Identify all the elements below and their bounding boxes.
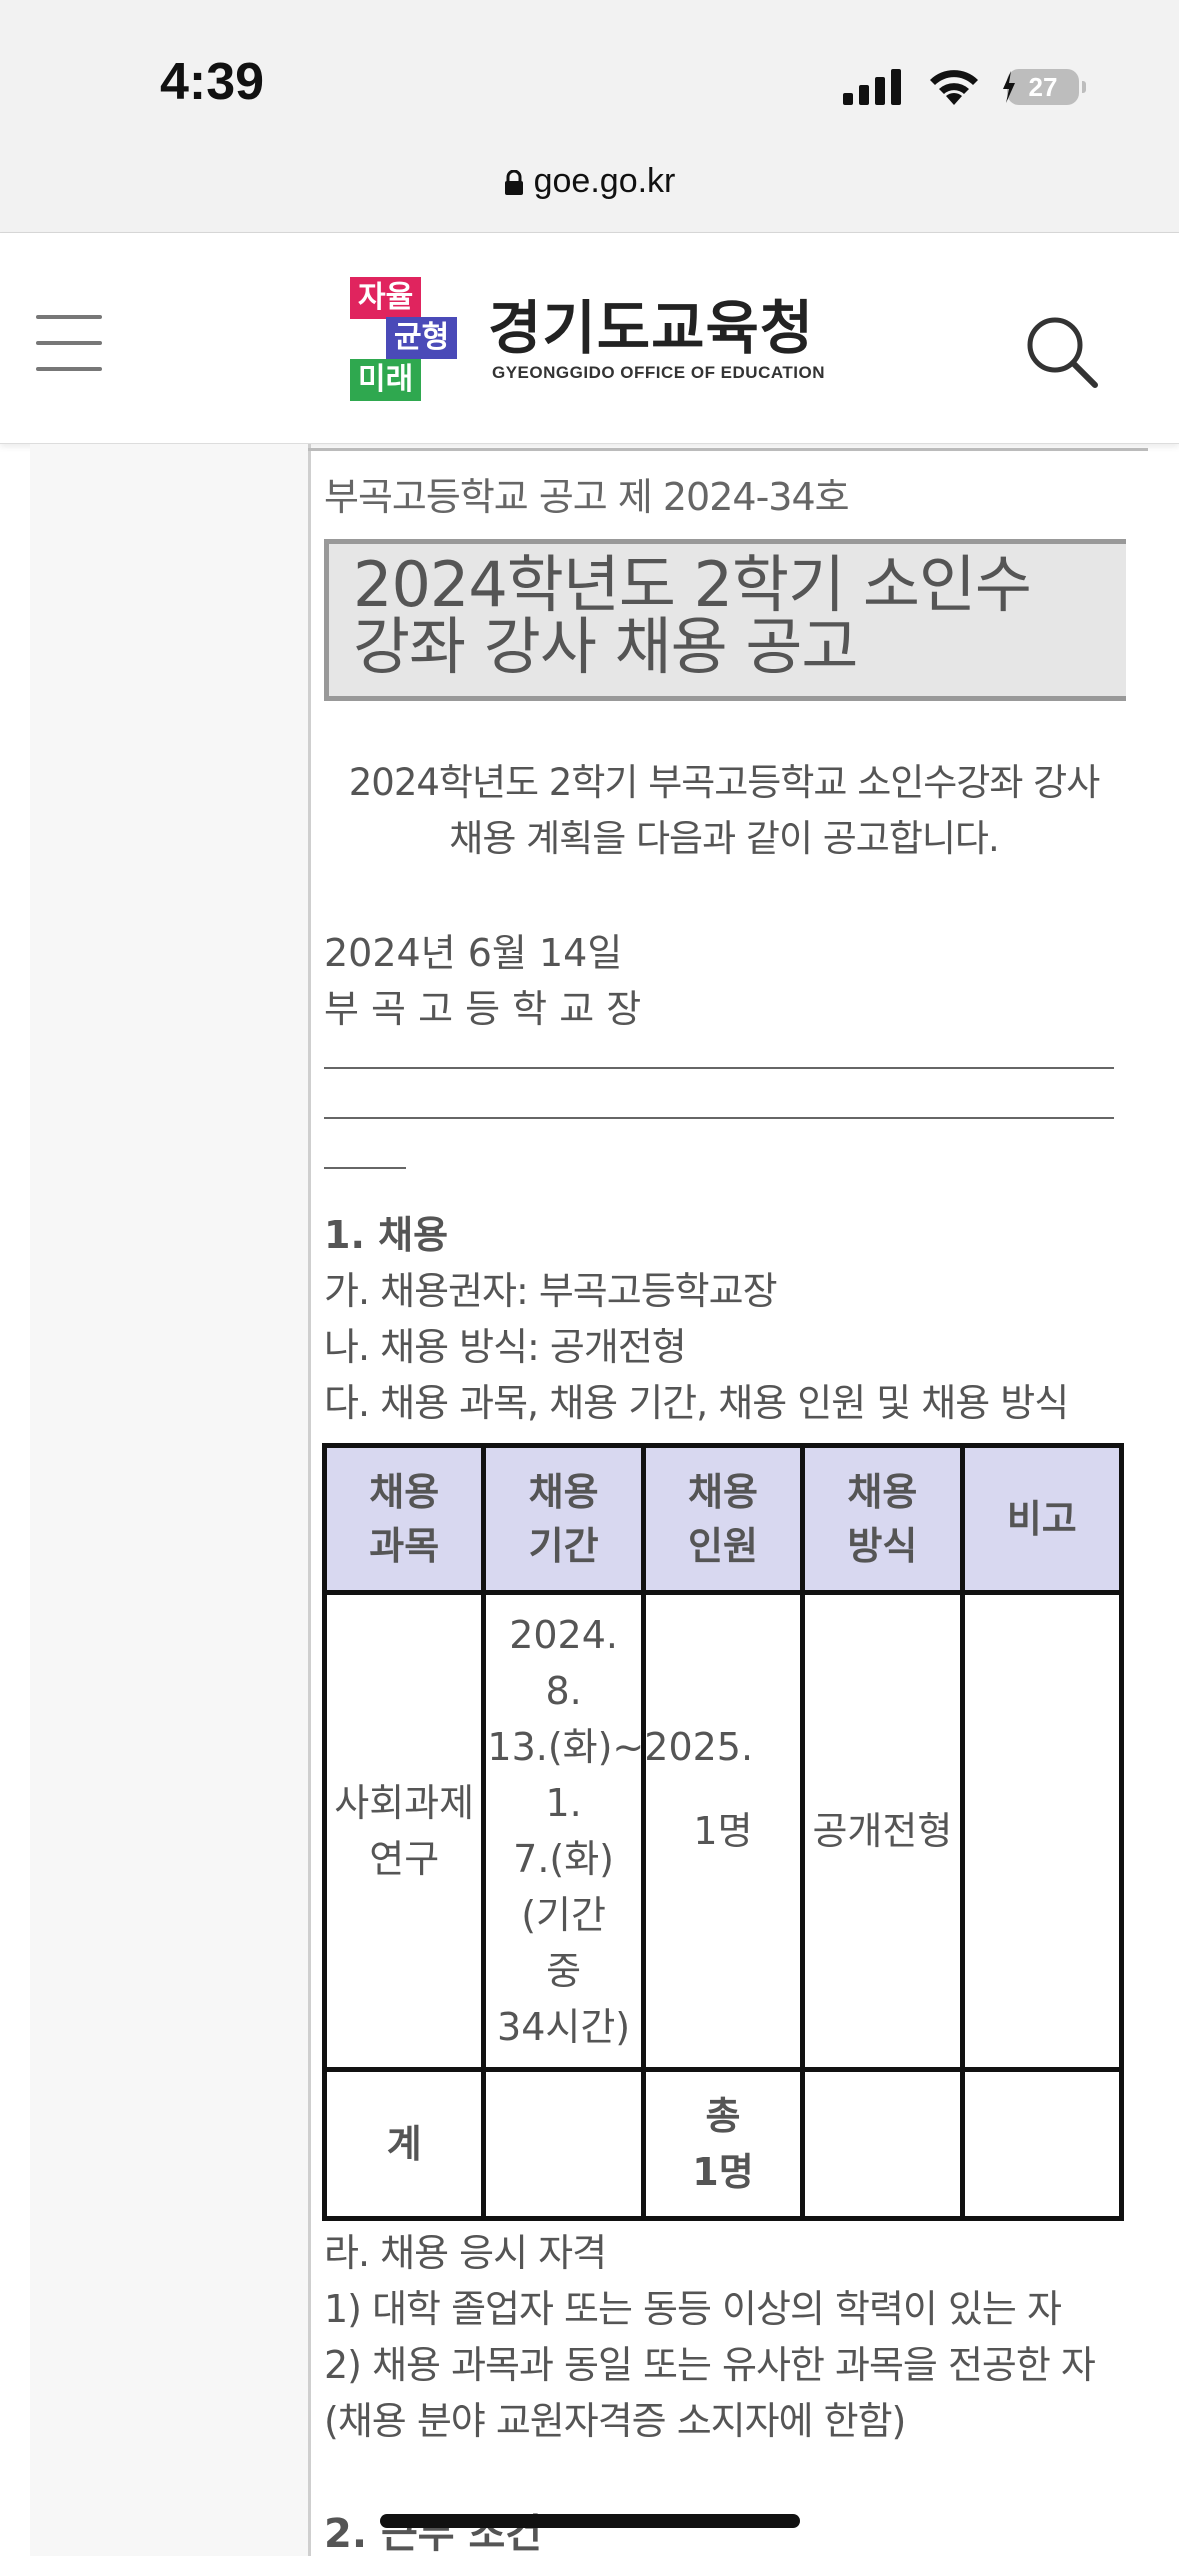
issuer: 부 곡 고 등 학 교 장 bbox=[324, 987, 642, 1031]
header-count: 채용 인원 bbox=[640, 1443, 806, 1595]
logo-title: 경기도교육청 bbox=[488, 294, 815, 362]
table-header-row: 채용 과목 채용 기간 채용 인원 채용 방식 비고 bbox=[321, 1443, 1125, 1595]
cell-count: 1명 bbox=[640, 1590, 806, 2072]
divider bbox=[324, 1167, 406, 1169]
cell-subject: 사회과제 연구 bbox=[321, 1590, 487, 2072]
section-1-item-b: 나. 채용 방식: 공개전형 bbox=[324, 1325, 687, 1369]
search-icon[interactable] bbox=[1023, 313, 1099, 389]
url-text: goe.go.kr bbox=[533, 162, 676, 200]
footer-empty bbox=[481, 2067, 646, 2221]
qualification-item-2-note: (채용 분야 교원자격증 소지자에 한함) bbox=[324, 2399, 906, 2443]
divider bbox=[324, 1067, 1114, 1069]
article-content: 부곡고등학교 공고 제 2024-34호 2024학년도 2학기 소인수 강좌 … bbox=[321, 466, 1126, 2559]
charging-bolt-icon bbox=[1003, 71, 1015, 103]
header-period: 채용 기간 bbox=[481, 1443, 646, 1595]
cellular-signal-icon bbox=[843, 69, 901, 105]
qualification-title: 라. 채용 응시 자격 bbox=[324, 2231, 607, 2275]
table-row: 사회과제 연구 2024. 8. 13.(화)~2025. 1. 7.(화) (… bbox=[321, 1590, 1125, 2072]
section-1-title: 1. 채용 bbox=[324, 1213, 449, 1257]
article-title-box: 2024학년도 2학기 소인수 강좌 강사 채용 공고 bbox=[324, 539, 1126, 701]
footer-empty bbox=[959, 2067, 1125, 2221]
site-logo[interactable]: 자율 균형 미래 경기도교육청 GYEONGGIDO OFFICE OF EDU… bbox=[350, 277, 840, 407]
logo-badge-autonomy: 자율 bbox=[350, 277, 422, 319]
issue-info: 2024년 6월 14일 부 곡 고 등 학 교 장 bbox=[324, 925, 1124, 1037]
issue-date: 2024년 6월 14일 bbox=[324, 931, 623, 975]
battery-level: 27 bbox=[1028, 71, 1058, 102]
footer-empty bbox=[800, 2067, 965, 2221]
address-bar[interactable]: goe.go.kr bbox=[0, 162, 1179, 201]
section-1-item-c: 다. 채용 과목, 채용 기간, 채용 인원 및 채용 방식 bbox=[324, 1381, 1069, 1425]
section-1-item-a: 가. 채용권자: 부곡고등학교장 bbox=[324, 1269, 778, 1313]
notice-number: 부곡고등학교 공고 제 2024-34호 bbox=[324, 475, 850, 519]
logo-badges: 자율 균형 미래 bbox=[350, 277, 470, 407]
intro-text: 2024학년도 2학기 부곡고등학교 소인수강좌 강사 채용 계획을 다음과 같… bbox=[348, 761, 1100, 860]
logo-subtitle: GYEONGGIDO OFFICE OF EDUCATION bbox=[492, 363, 825, 382]
divider bbox=[324, 1117, 1114, 1119]
table-footer-row: 계 총 1명 bbox=[321, 2067, 1125, 2221]
left-sidebar bbox=[30, 444, 311, 2556]
status-time: 4:39 bbox=[160, 53, 265, 111]
qualification-item-1: 1) 대학 졸업자 또는 동등 이상의 학력이 있는 자 bbox=[324, 2287, 1062, 2331]
article-title: 2024학년도 2학기 소인수 강좌 강사 채용 공고 bbox=[353, 548, 1032, 683]
qualification-item-2: 2) 채용 과목과 동일 또는 유사한 과목을 전공한 자 bbox=[324, 2343, 1096, 2387]
cell-method: 공개전형 bbox=[800, 1590, 965, 2072]
status-icons: 27 bbox=[843, 62, 1086, 112]
home-indicator[interactable] bbox=[380, 2514, 800, 2528]
header-subject: 채용 과목 bbox=[321, 1443, 487, 1595]
section-2-title: 2. 근무 조건 bbox=[324, 2511, 543, 2557]
hiring-table: 채용 과목 채용 기간 채용 인원 채용 방식 비고 사회과제 연구 2024.… bbox=[321, 1443, 1125, 2221]
cell-period: 2024. 8. 13.(화)~2025. 1. 7.(화) (기간 중 34시… bbox=[481, 1590, 753, 2072]
lock-icon bbox=[504, 170, 523, 195]
battery-indicator: 27 bbox=[1003, 69, 1086, 105]
content-top-border bbox=[308, 448, 1148, 451]
logo-badge-future: 미래 bbox=[350, 359, 422, 401]
wifi-icon bbox=[930, 70, 978, 105]
status-bar: 4:39 27 goe.go.kr bbox=[0, 0, 1179, 233]
header-note: 비고 bbox=[959, 1443, 1125, 1595]
cell-note bbox=[959, 1590, 1125, 2072]
logo-badge-balance: 균형 bbox=[386, 317, 458, 359]
hamburger-menu-icon[interactable] bbox=[36, 315, 102, 371]
site-header: 자율 균형 미래 경기도교육청 GYEONGGIDO OFFICE OF EDU… bbox=[0, 233, 1179, 444]
footer-total: 총 1명 bbox=[640, 2067, 806, 2221]
footer-label: 계 bbox=[321, 2067, 487, 2221]
header-method: 채용 방식 bbox=[800, 1443, 965, 1595]
